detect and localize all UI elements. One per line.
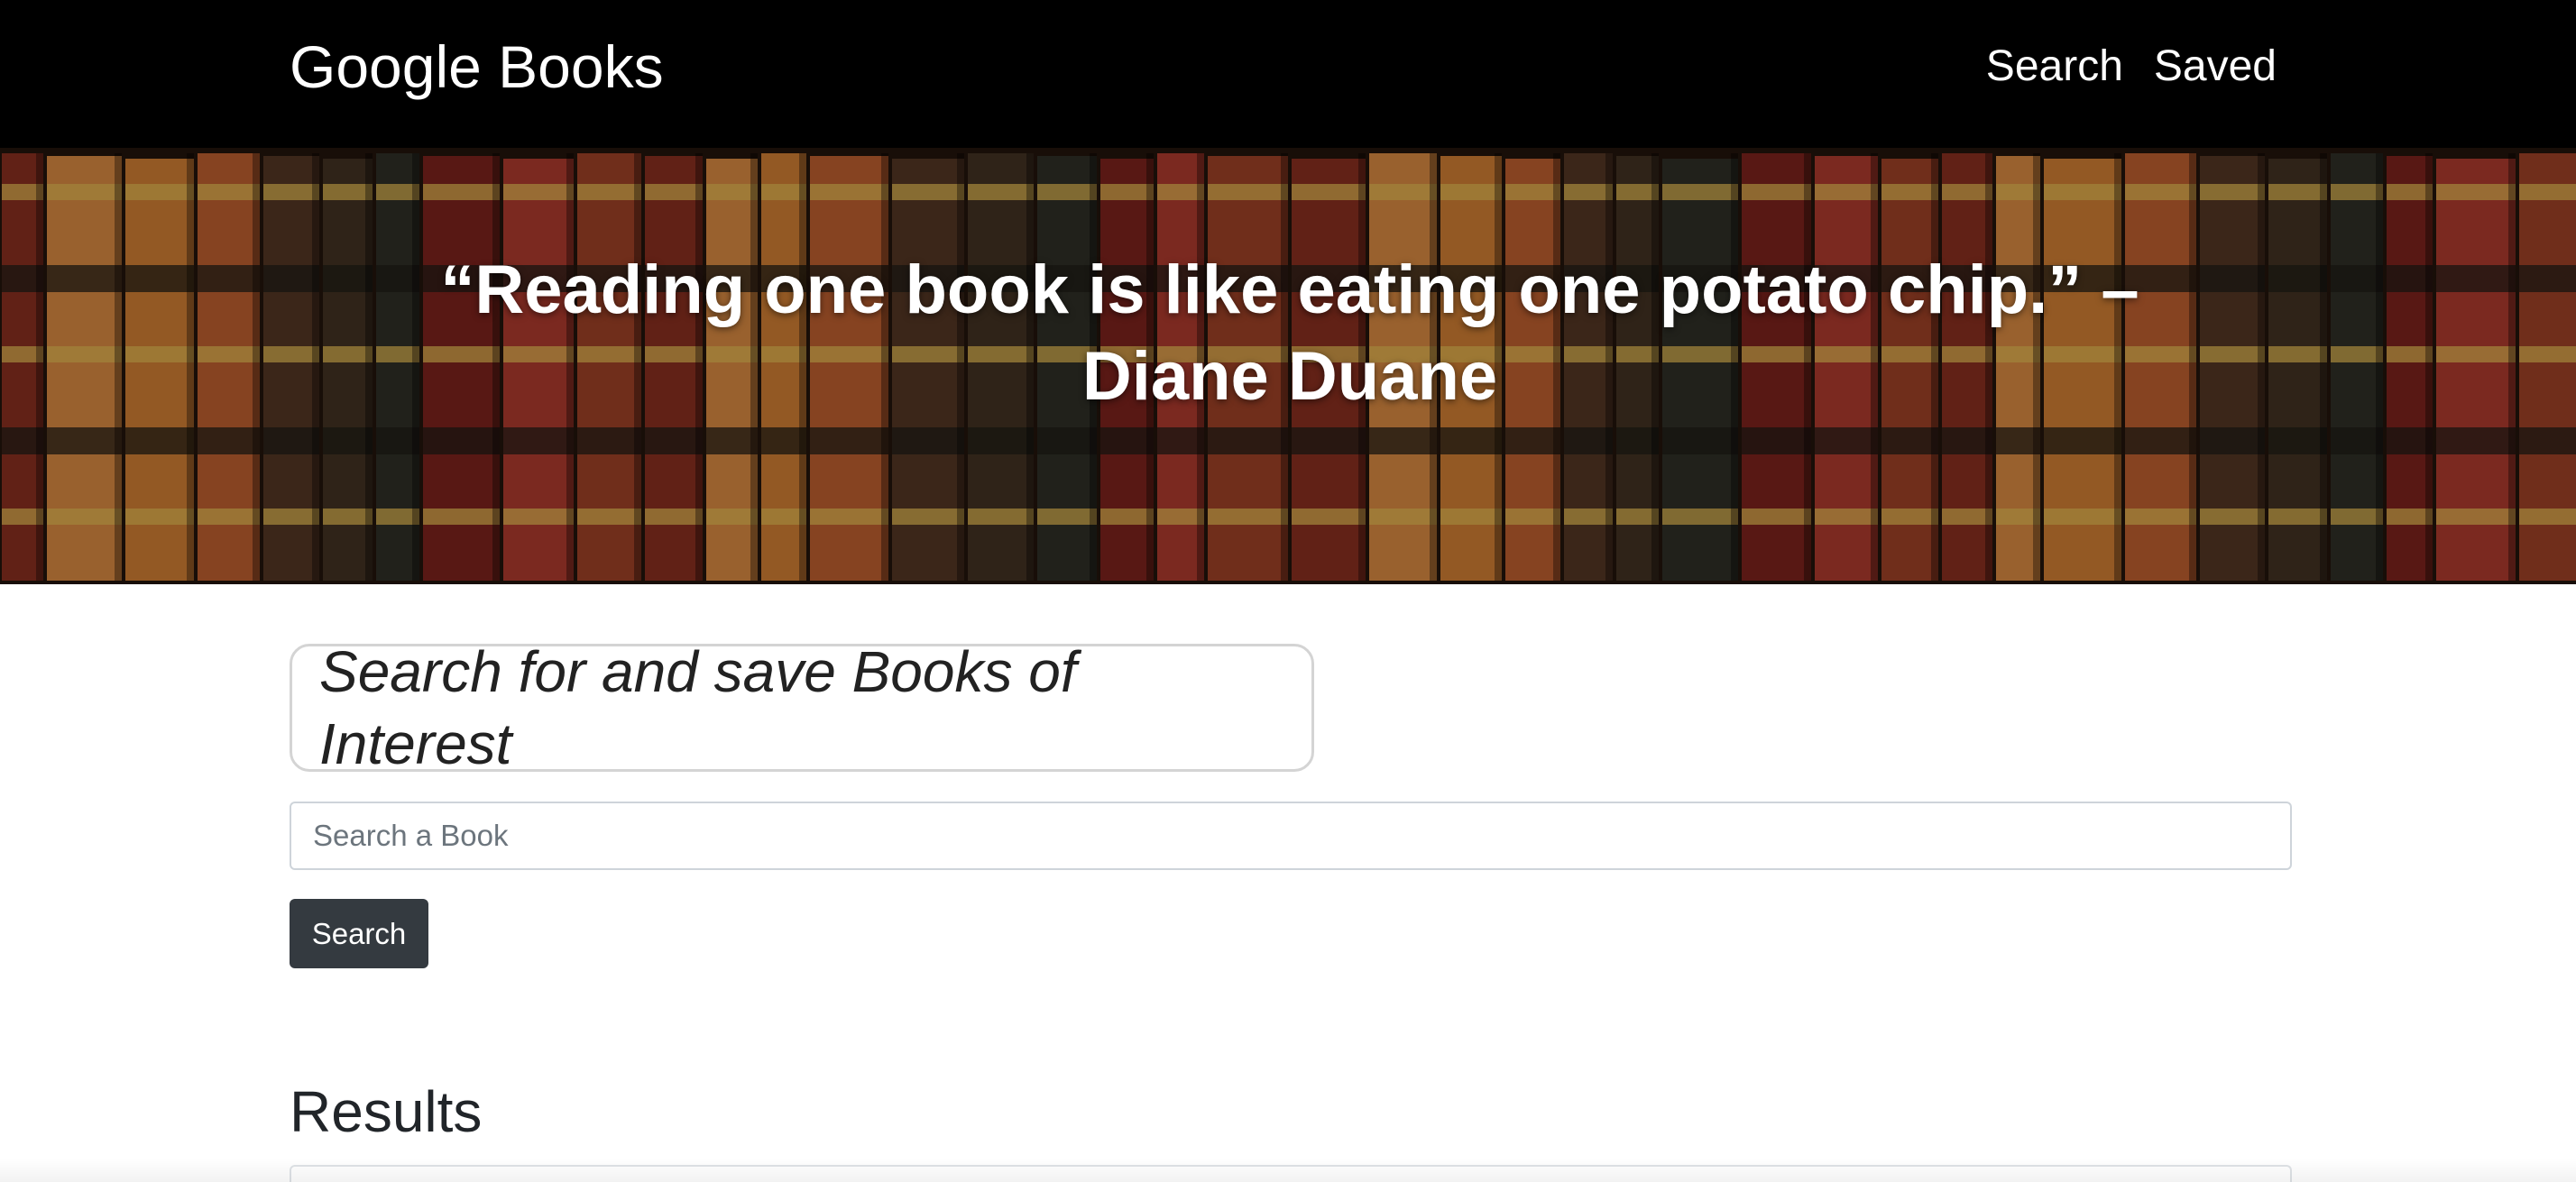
page-bottom-edge: [0, 1159, 2576, 1182]
search-button[interactable]: Search: [290, 899, 428, 968]
tagline-box: Search for and save Books of Interest: [290, 639, 1314, 776]
tagline-heading: Search for and save Books of Interest: [319, 639, 1077, 776]
results-heading: Results: [290, 1079, 483, 1144]
top-navbar: Google Books Search Saved: [0, 0, 2576, 148]
brand-logo-link[interactable]: Google Books: [290, 31, 664, 103]
hero-banner: “Reading one book is like eating one pot…: [0, 148, 2576, 584]
hero-quote: “Reading one book is like eating one pot…: [440, 252, 2139, 415]
book-search-input[interactable]: [290, 802, 2292, 870]
nav-links: Search Saved: [1986, 36, 2277, 97]
nav-link-saved[interactable]: Saved: [2154, 36, 2277, 97]
nav-link-search[interactable]: Search: [1986, 36, 2123, 97]
